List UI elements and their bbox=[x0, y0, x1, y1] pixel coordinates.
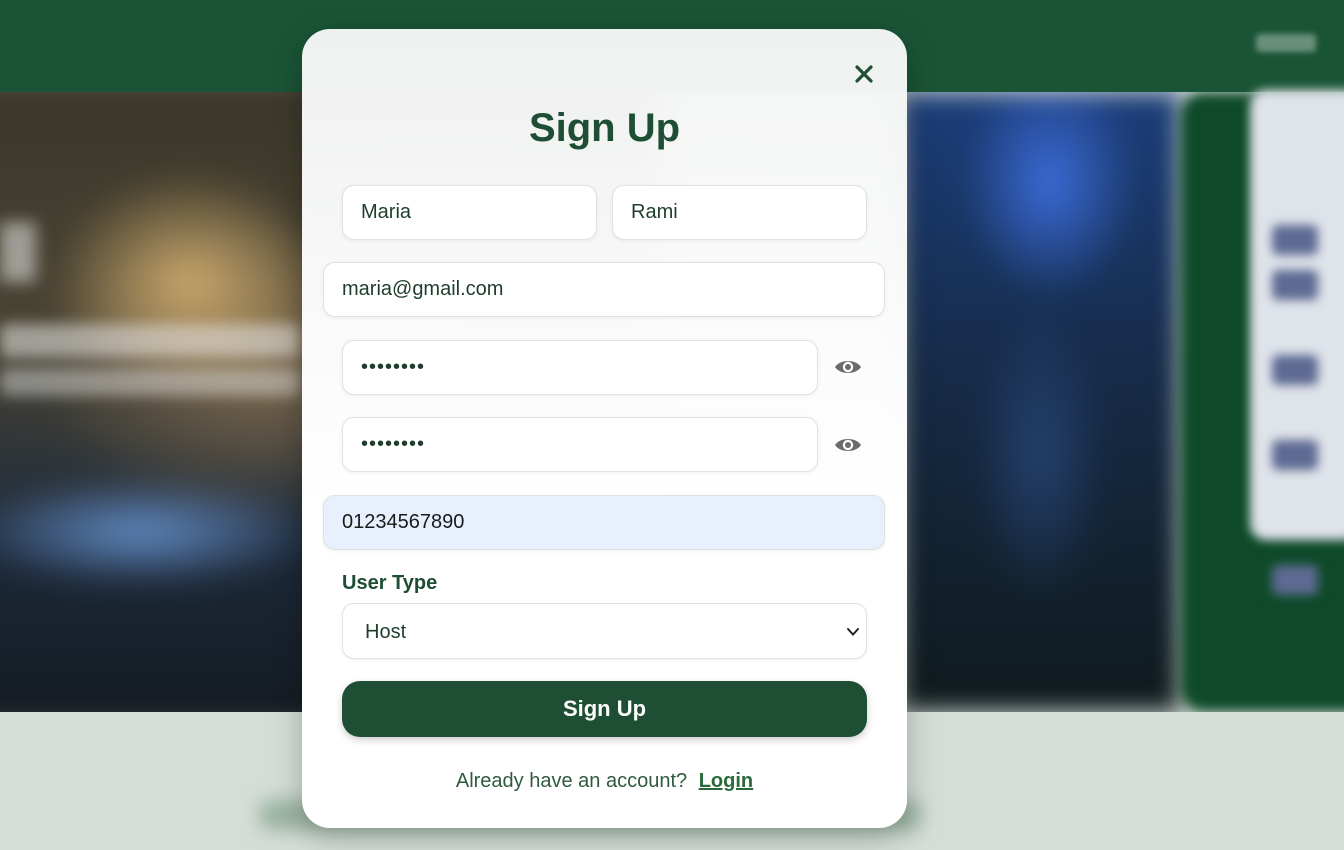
background-hero-image-right bbox=[900, 92, 1180, 712]
background-hero-heading bbox=[0, 222, 36, 282]
background-phone-block bbox=[1272, 225, 1318, 255]
user-type-select[interactable]: Host bbox=[342, 603, 867, 659]
background-phone-block bbox=[1272, 270, 1318, 300]
eye-icon bbox=[835, 361, 861, 373]
user-type-label: User Type bbox=[342, 572, 438, 594]
chevron-down-icon bbox=[847, 628, 859, 636]
login-prompt: Already have an account? Login bbox=[302, 770, 907, 793]
background-phone-mockup bbox=[1250, 90, 1344, 540]
sign-up-button[interactable]: Sign Up bbox=[342, 681, 867, 737]
first-name-input[interactable] bbox=[342, 185, 597, 240]
background-nav-link bbox=[1256, 34, 1316, 52]
login-prompt-text: Already have an account? bbox=[455, 770, 688, 792]
close-icon bbox=[855, 65, 873, 83]
last-name-input[interactable] bbox=[612, 185, 867, 240]
confirm-password-input[interactable] bbox=[342, 417, 818, 472]
login-link[interactable]: Login bbox=[699, 770, 753, 792]
background-phone-block bbox=[1272, 565, 1318, 595]
modal-title: Sign Up bbox=[528, 106, 681, 150]
background-hero-text bbox=[0, 324, 300, 358]
signup-modal: Sign Up User Type Host Sign Up Already h… bbox=[302, 29, 907, 828]
close-button[interactable] bbox=[848, 58, 880, 90]
email-input[interactable] bbox=[323, 262, 885, 317]
background-phone-block bbox=[1272, 440, 1318, 470]
phone-input[interactable] bbox=[323, 495, 885, 550]
background-hero-text bbox=[0, 368, 300, 396]
toggle-confirm-password-visibility-button[interactable] bbox=[832, 433, 864, 457]
eye-icon bbox=[835, 439, 861, 451]
password-input[interactable] bbox=[342, 340, 818, 395]
user-type-selected-value: Host bbox=[365, 621, 407, 643]
background-phone-block bbox=[1272, 355, 1318, 385]
toggle-password-visibility-button[interactable] bbox=[832, 355, 864, 379]
